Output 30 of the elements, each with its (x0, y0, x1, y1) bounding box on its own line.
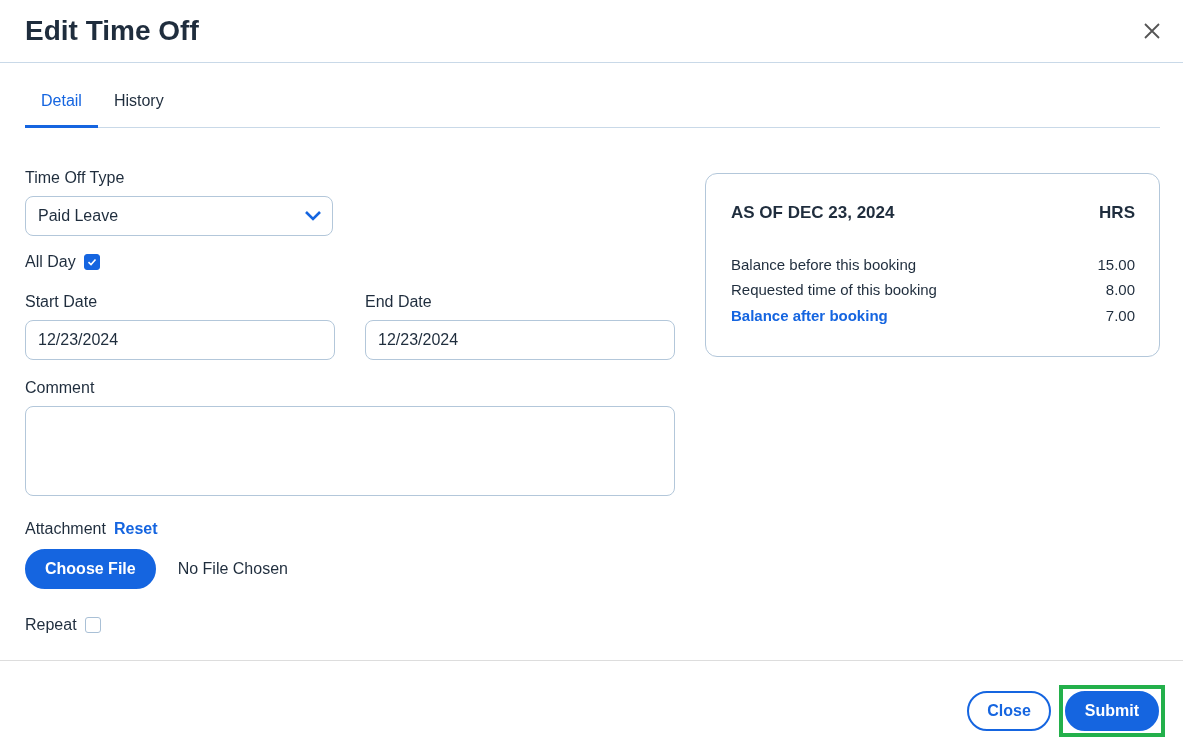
check-icon (86, 257, 97, 267)
choose-file-button[interactable]: Choose File (25, 549, 156, 589)
reset-link[interactable]: Reset (113, 517, 158, 541)
checkbox[interactable] (84, 617, 101, 633)
chevron-down-icon (304, 210, 322, 222)
card-heading: AS OF DEC 23, 2024 (731, 202, 895, 224)
checkbox-label: All Day (25, 252, 76, 272)
tab[interactable]: Detail (25, 79, 98, 128)
field-label: Attachment (25, 519, 106, 539)
balance-link[interactable]: Balance after booking (731, 301, 888, 330)
submit-button[interactable]: Submit (1064, 690, 1159, 731)
checkbox-label: Repeat (25, 615, 77, 635)
balance-value: 8.00 (1105, 279, 1135, 300)
select-field[interactable]: Paid Leave (25, 196, 333, 236)
field-label: Time Off Type (25, 168, 125, 188)
field-label: End Date (365, 292, 432, 312)
tab[interactable]: History (97, 79, 180, 128)
unit-label: HRS (1099, 202, 1135, 224)
balance-label: Balance before this booking (731, 254, 917, 275)
balance-label: Requested time of this booking (731, 279, 937, 300)
checkbox[interactable] (83, 254, 100, 270)
dialog-title: Edit Time Off (25, 14, 199, 48)
date-field[interactable]: 12/23/2024 (25, 320, 335, 360)
field-label: Start Date (25, 292, 98, 312)
file-status: No File Chosen (177, 559, 288, 579)
balance-value: 15.00 (1097, 254, 1135, 275)
field-label: Comment (25, 378, 95, 398)
date-field[interactable]: 12/23/2024 (365, 320, 675, 360)
balance-value: 7.00 (1105, 305, 1135, 326)
close-button[interactable]: Close (967, 690, 1051, 731)
